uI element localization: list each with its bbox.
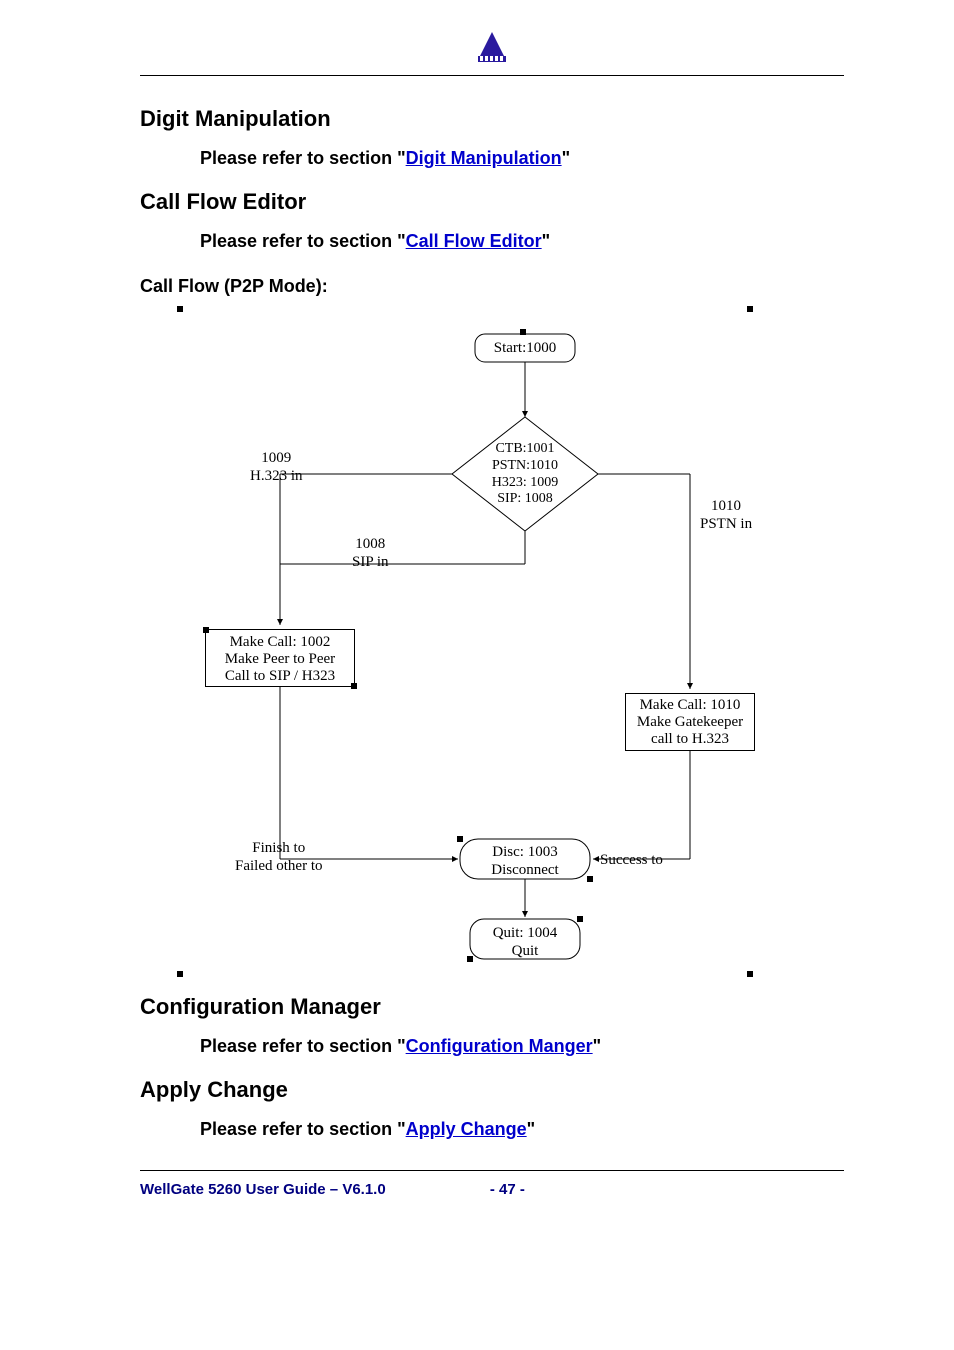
heading-config-manager: Configuration Manager <box>140 994 844 1020</box>
line-config-manager: Please refer to section "Configuration M… <box>200 1036 844 1057</box>
label-h323-in: 1009H.323 in <box>250 449 303 485</box>
node-start: Start:1000 <box>480 339 570 357</box>
node-quit: Quit: 1004Quit <box>490 924 560 960</box>
heading-call-flow-editor: Call Flow Editor <box>140 189 844 215</box>
footer-title: WellGate 5260 User Guide – V6.1.0 <box>140 1181 386 1198</box>
text: Please refer to section " <box>200 1119 406 1139</box>
rule-top <box>140 75 844 76</box>
text: " <box>527 1119 536 1139</box>
label-sip-in: 1008SIP in <box>352 535 389 571</box>
logo <box>140 30 844 69</box>
text: Please refer to section " <box>200 231 406 251</box>
label-pstn-in: 1010PSTN in <box>700 497 752 533</box>
line-digit-manipulation: Please refer to section "Digit Manipulat… <box>200 148 844 169</box>
label-success: Success to <box>600 851 663 869</box>
text: " <box>593 1036 602 1056</box>
text: Make Call: 1010Make Gatekeepercall to H.… <box>637 697 743 747</box>
footer-page: - 47 - <box>490 1181 525 1198</box>
text: Make Call: 1002Make Peer to PeerCall to … <box>225 634 335 684</box>
text: " <box>542 231 551 251</box>
node-make-call-right: Make Call: 1010Make Gatekeepercall to H.… <box>625 693 755 751</box>
line-apply-change: Please refer to section "Apply Change" <box>200 1119 844 1140</box>
text: Please refer to section " <box>200 1036 406 1056</box>
node-ctb: CTB:1001PSTN:1010H323: 1009SIP: 1008 <box>465 441 585 508</box>
subheading-call-flow: Call Flow (P2P Mode): <box>140 276 844 297</box>
text: " <box>562 148 571 168</box>
rule-bottom <box>140 1170 844 1171</box>
link-apply-change[interactable]: Apply Change <box>406 1119 527 1139</box>
label-finish: Finish toFailed other to <box>235 839 322 875</box>
node-disc: Disc: 1003Disconnect <box>490 843 560 879</box>
heading-apply-change: Apply Change <box>140 1077 844 1103</box>
call-flow-diagram: Start:1000 CTB:1001PSTN:1010H323: 1009SI… <box>180 309 750 974</box>
text: Please refer to section " <box>200 148 406 168</box>
footer: WellGate 5260 User Guide – V6.1.0 - 47 - <box>140 1181 844 1198</box>
node-make-call-left: Make Call: 1002Make Peer to PeerCall to … <box>205 629 355 687</box>
link-config-manager[interactable]: Configuration Manger <box>406 1036 593 1056</box>
link-call-flow-editor[interactable]: Call Flow Editor <box>406 231 542 251</box>
heading-digit-manipulation: Digit Manipulation <box>140 106 844 132</box>
logo-icon <box>472 30 512 64</box>
line-call-flow-editor: Please refer to section "Call Flow Edito… <box>200 231 844 252</box>
link-digit-manipulation[interactable]: Digit Manipulation <box>406 148 562 168</box>
